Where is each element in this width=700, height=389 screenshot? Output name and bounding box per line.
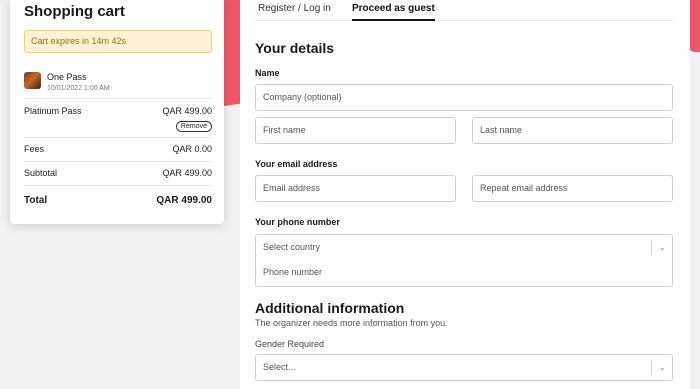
phone-label: Your phone number	[255, 217, 340, 227]
remove-button[interactable]: Remove	[175, 121, 212, 132]
subtotal-row: Subtotal QAR 499.00	[24, 168, 212, 178]
first-name-input[interactable]: First name	[255, 117, 456, 144]
subtotal-label: Subtotal	[24, 168, 58, 178]
repeat-email-input[interactable]: Repeat email address	[472, 175, 673, 202]
fees-value: QAR 0.00	[172, 144, 212, 154]
country-select[interactable]: Select country ⌄	[255, 234, 673, 261]
select-separator	[651, 360, 652, 375]
chevron-down-icon[interactable]: ⌄	[658, 235, 666, 260]
divider	[24, 98, 212, 99]
gender-label: Gender Required	[255, 339, 325, 349]
tab-proceed-as-guest[interactable]: Proceed as guest	[352, 3, 435, 21]
event-date: 10/01/2022 1:00 AM	[47, 85, 110, 92]
divider	[24, 185, 212, 186]
email-input[interactable]: Email address	[255, 175, 456, 202]
divider	[24, 161, 212, 162]
your-details-heading: Your details	[255, 40, 335, 56]
company-input[interactable]: Company (optional)	[255, 84, 673, 111]
chevron-down-icon[interactable]: ⌄	[658, 355, 666, 380]
email-label: Your email address	[255, 159, 338, 169]
cart-expiry-notice: Cart expires in 14m 42s	[24, 30, 212, 53]
event-name: One Pass	[47, 72, 87, 82]
line-item-price: QAR 499.00	[162, 106, 212, 116]
line-item-label: Platinum Pass	[24, 106, 82, 116]
additional-info-heading: Additional information	[255, 300, 405, 316]
event-thumbnail	[24, 72, 41, 89]
phone-number-input[interactable]: Phone number	[255, 260, 673, 287]
decorative-accent-left	[224, 0, 240, 107]
line-item-row: Platinum Pass QAR 499.00	[24, 106, 212, 116]
checkout-form-panel: Register / Log in Proceed as guest Your …	[240, 0, 690, 389]
tab-register-login[interactable]: Register / Log in	[258, 3, 331, 21]
cart-title: Shopping cart	[24, 3, 125, 20]
additional-info-help: The organizer needs more information fro…	[255, 318, 448, 328]
tab-bar: Register / Log in Proceed as guest	[255, 0, 673, 21]
country-select-value: Select country	[263, 242, 321, 252]
gender-select[interactable]: Select... ⌄	[255, 354, 673, 381]
total-row: Total QAR 499.00	[24, 195, 212, 206]
fees-label: Fees	[24, 144, 45, 154]
shopping-cart-panel: Shopping cart Cart expires in 14m 42s On…	[10, 0, 224, 224]
total-label: Total	[24, 195, 48, 206]
name-label: Name	[255, 68, 280, 78]
subtotal-value: QAR 499.00	[162, 168, 212, 178]
select-separator	[651, 240, 652, 255]
gender-select-value: Select...	[263, 362, 296, 372]
divider	[24, 137, 212, 138]
last-name-input[interactable]: Last name	[472, 117, 673, 144]
fees-row: Fees QAR 0.00	[24, 144, 212, 154]
total-value: QAR 499.00	[156, 195, 212, 206]
